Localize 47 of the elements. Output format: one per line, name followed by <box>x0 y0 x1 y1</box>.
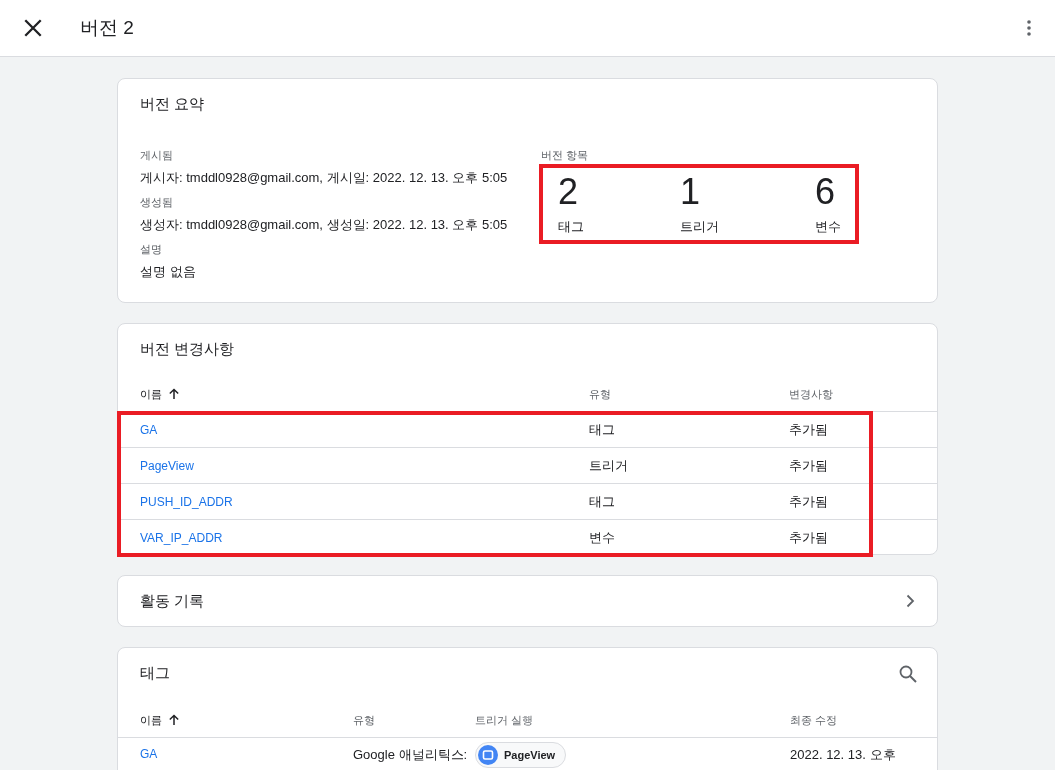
more-menu-icon[interactable] <box>1027 20 1031 36</box>
chevron-right-icon[interactable] <box>905 594 915 608</box>
card-title: 태그 <box>140 664 171 683</box>
page-title: 버전 2 <box>80 16 135 40</box>
count-number: 6 <box>815 172 837 212</box>
item-link[interactable]: GA <box>140 747 158 761</box>
trigger-chip[interactable]: PageView <box>475 742 567 768</box>
section-label: 버전 항목 <box>541 148 590 163</box>
field-value: 게시자: tmddl0928@gmail.com, 게시일: 2022. 12. 13. 오후 5:05 <box>140 169 509 187</box>
trigger-icon <box>478 745 498 765</box>
close-icon[interactable] <box>24 19 42 37</box>
table-cell: 변수 <box>589 529 615 545</box>
activity-card[interactable]: 활동 기록 <box>117 575 938 627</box>
table-cell: 추가됨 <box>789 421 828 437</box>
table-cell: Google 애널리틱스: <box>353 747 468 762</box>
table-cell: 태그 <box>589 421 615 437</box>
count-label: 트리거 <box>680 218 719 236</box>
column-header[interactable]: 최종 수정 <box>790 712 838 728</box>
field-label: 생성됨 <box>140 195 174 210</box>
item-link[interactable]: GA <box>140 423 158 437</box>
table-cell: 2022. 12. 13. 오후 <box>790 747 896 762</box>
item-link[interactable]: PageView <box>140 459 194 473</box>
count-number: 2 <box>558 172 580 212</box>
column-header[interactable]: 트리거 실행 <box>475 712 534 728</box>
table-cell: 추가됨 <box>789 529 828 545</box>
column-header[interactable]: 유형 <box>353 712 375 728</box>
field-label: 설명 <box>140 242 163 257</box>
count-label: 변수 <box>815 218 841 236</box>
card-title: 버전 요약 <box>139 94 206 114</box>
card-title: 버전 변경사항 <box>139 339 236 359</box>
field-value: 생성자: tmddl0928@gmail.com, 생성일: 2022. 12. 13. 오후 5:05 <box>140 216 509 234</box>
field-label: 게시됨 <box>140 148 174 163</box>
table-cell: 태그 <box>589 493 615 509</box>
column-header[interactable]: 유형 <box>589 386 611 402</box>
field-value: 설명 없음 <box>140 263 197 281</box>
column-header[interactable]: 이름 <box>140 712 162 728</box>
count-label: 태그 <box>558 218 584 236</box>
item-link[interactable]: VAR_IP_ADDR <box>140 531 223 545</box>
column-header[interactable]: 변경사항 <box>789 386 833 402</box>
column-header[interactable]: 이름 <box>140 386 162 402</box>
count-number: 1 <box>680 172 702 212</box>
table-cell: 트리거 <box>589 457 628 473</box>
search-icon[interactable] <box>899 664 917 683</box>
table-cell: 추가됨 <box>789 457 828 473</box>
table-cell: 추가됨 <box>789 493 828 509</box>
card-title: 활동 기록 <box>140 591 206 611</box>
item-link[interactable]: PUSH_ID_ADDR <box>140 495 233 509</box>
